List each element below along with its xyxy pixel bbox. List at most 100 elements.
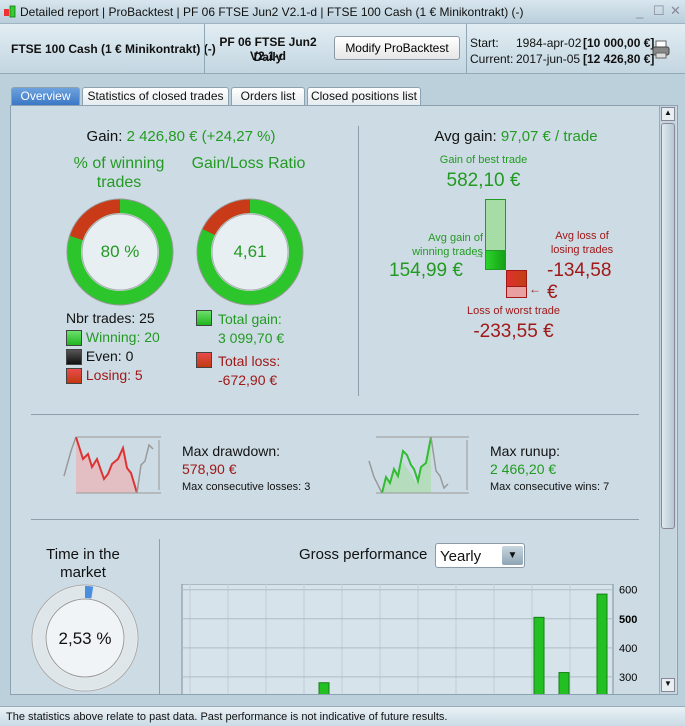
even-legend: Even: 0	[66, 348, 134, 366]
gain-label: Gain:	[86, 128, 123, 145]
tab-statistics-of-closed-trades[interactable]: Statistics of closed trades	[82, 87, 229, 105]
bar	[533, 616, 545, 694]
time-in-market-value: 2,53 %	[58, 629, 112, 648]
close-button[interactable]: ✕	[670, 3, 681, 19]
period-select[interactable]: Yearly ▼	[435, 543, 525, 568]
winning-title: % of winning trades	[73, 155, 165, 191]
even-count: Even: 0	[85, 348, 134, 364]
y-tick-label: 300	[619, 672, 637, 684]
avg-win-label-1: Avg gain of	[428, 232, 483, 244]
arrow-left-icon: ←	[529, 282, 541, 296]
scroll-up-button[interactable]: ▲	[661, 107, 675, 121]
max-consecutive-losses: Max consecutive losses: 3	[182, 481, 311, 493]
bar	[596, 593, 608, 694]
total-loss-value: -672,90 €	[218, 372, 278, 388]
tab-overview[interactable]: Overview	[11, 87, 80, 105]
worst-trade-label: Loss of worst trade	[467, 305, 560, 317]
losing-legend: Losing: 5	[66, 367, 143, 385]
scroll-down-button[interactable]: ▼	[661, 678, 675, 692]
max-consecutive-wins: Max consecutive wins: 7	[490, 481, 610, 493]
avg-loss-value: -134,58 €	[547, 260, 612, 303]
y-tick-label: 400	[619, 643, 637, 655]
arrow-right-icon: →	[473, 247, 485, 261]
bar	[558, 672, 570, 694]
winning-count: Winning: 20	[85, 329, 160, 345]
best-trade-label: Gain of best trade	[439, 154, 528, 166]
gain-value: 2 426,80 € (+24,27 %)	[126, 128, 276, 145]
total-loss: Total loss: -672,90 €	[218, 352, 280, 390]
plot-area	[181, 584, 614, 694]
current-value: [12 426,80 €]	[583, 52, 655, 66]
window-title: Detailed report | ProBacktest | PF 06 FT…	[20, 5, 524, 19]
avg-loss-label: Avg loss of losing trades	[547, 229, 617, 257]
gain-summary: Gain: 2 426,80 € (+24,27 %)	[31, 128, 331, 145]
best-trade-bar	[485, 199, 506, 251]
avg-loss-label-1: Avg loss of	[555, 230, 609, 242]
instrument-name: FTSE 100 Cash (1 € Minikontrakt) (-)	[11, 42, 216, 56]
ratio-title: Gain/Loss Ratio	[191, 155, 306, 172]
y-tick-label: 500	[619, 614, 637, 626]
avg-win-label-2: winning trades	[412, 246, 483, 258]
tab-orders-list[interactable]: Orders list	[231, 87, 305, 105]
red-square-icon	[66, 368, 82, 385]
overview-panel: Gain: 2 426,80 € (+24,27 %) % of winning…	[10, 105, 678, 695]
avg-win-label: Avg gain of winning trades	[393, 231, 483, 259]
divider	[358, 126, 359, 396]
start-label: Start:	[470, 36, 499, 50]
start-value: [10 000,00 €]	[583, 36, 655, 50]
tab-closed-positions-list[interactable]: Closed positions list	[307, 87, 421, 105]
gross-performance-chart: 600500400300200	[181, 584, 637, 694]
nbr-trades: Nbr trades: 25	[66, 310, 155, 326]
status-bar: The statistics above relate to past data…	[0, 706, 685, 726]
avg-gain-label: Avg gain:	[434, 128, 497, 145]
winning-pct: 80 %	[100, 242, 140, 261]
winning-legend: Winning: 20	[66, 329, 160, 347]
time-in-market-label: Time in the market	[46, 546, 120, 581]
runup-label: Max runup:	[490, 443, 561, 459]
title-bar: Detailed report | ProBacktest | PF 06 FT…	[0, 0, 685, 24]
scroll-thumb[interactable]	[661, 123, 675, 529]
y-tick-label: 600	[619, 585, 637, 597]
worst-trade-value: -233,55 €	[473, 321, 554, 342]
red-square-icon	[196, 352, 212, 368]
avg-gain: Avg gain: 97,07 € / trade	[371, 128, 661, 145]
drawdown-value: 578,90 €	[182, 461, 237, 477]
best-trade-value: 582,10 €	[446, 170, 521, 191]
runup-value: 2 466,20 €	[490, 461, 557, 477]
current-label: Current:	[470, 52, 514, 66]
drawdown-label: Max drawdown:	[182, 443, 281, 459]
bar	[318, 682, 330, 694]
minimize-button[interactable]: _	[636, 4, 643, 19]
modify-probacktest-button[interactable]: Modify ProBacktest	[334, 36, 460, 60]
green-square-icon	[196, 310, 212, 326]
green-square-icon	[66, 330, 82, 347]
app-icon	[4, 5, 16, 18]
avg-loss-bar	[506, 270, 527, 287]
total-gain-value: 3 099,70 €	[218, 330, 285, 346]
ratio-value: 4,61	[233, 242, 267, 261]
avg-loss-label-2: losing trades	[550, 244, 614, 256]
total-gain-label: Total gain:	[218, 311, 282, 327]
vertical-scrollbar[interactable]: ▲ ▼	[659, 106, 676, 694]
maximize-button[interactable]: ☐	[653, 3, 665, 19]
current-date: 2017-jun-05	[516, 52, 581, 66]
total-gain: Total gain: 3 099,70 €	[218, 310, 284, 348]
divider	[159, 539, 160, 694]
chevron-down-icon[interactable]: ▼	[502, 546, 523, 565]
period-value: Yearly	[440, 548, 482, 565]
gross-performance-label: Gross performance	[299, 546, 428, 563]
avg-gain-bar	[485, 250, 506, 270]
black-square-icon	[66, 349, 82, 366]
drawdown-chart-icon	[63, 436, 161, 494]
start-date: 1984-apr-02	[516, 36, 582, 50]
avg-win-value: 154,99 €	[389, 260, 463, 281]
losing-count: Losing: 5	[85, 367, 143, 383]
avg-gain-value: 97,07 € / trade	[500, 128, 598, 145]
worst-trade-bar	[506, 286, 527, 298]
runup-chart-icon	[368, 436, 469, 494]
divider	[31, 519, 639, 520]
divider	[31, 414, 639, 415]
timeframe: Daily	[253, 50, 283, 64]
total-loss-label: Total loss:	[218, 353, 281, 369]
print-icon[interactable]	[651, 40, 671, 60]
